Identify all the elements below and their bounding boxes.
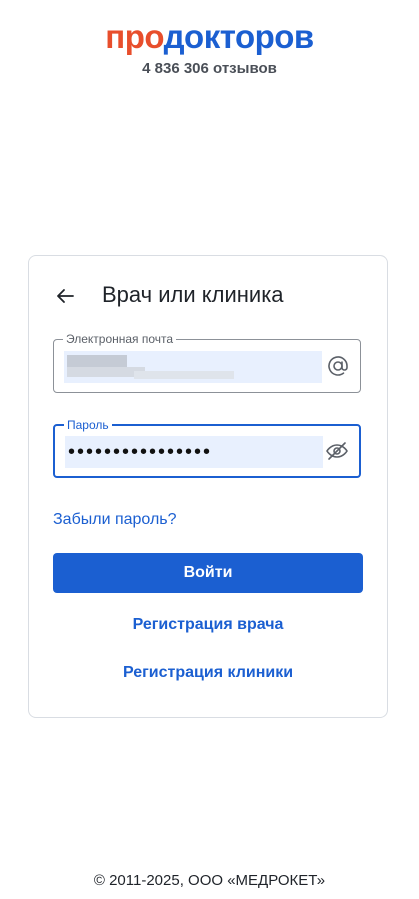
logo[interactable]: продокторов [0, 18, 419, 56]
forgot-password-link[interactable]: Забыли пароль? [53, 511, 177, 529]
redacted-block [134, 371, 234, 379]
reviews-count: 4 836 306 отзывов [142, 60, 277, 77]
logo-part-pro: про [105, 18, 164, 55]
back-arrow-icon[interactable] [55, 286, 75, 306]
redacted-block [67, 355, 127, 367]
register-doctor-link[interactable]: Регистрация врача [29, 616, 387, 634]
password-field[interactable]: Пароль •••••••••••••••• [53, 418, 361, 478]
login-card: Врач или клиника Электронная почта Парол… [28, 255, 388, 718]
email-field[interactable]: Электронная почта [53, 332, 361, 393]
login-button[interactable]: Войти [53, 553, 363, 593]
email-label: Электронная почта [63, 332, 177, 346]
email-input[interactable] [64, 351, 322, 383]
password-input[interactable]: •••••••••••••••• [65, 436, 323, 468]
eye-off-icon[interactable] [325, 439, 349, 463]
register-clinic-link[interactable]: Регистрация клиники [29, 664, 387, 682]
logo-part-doctors: докторов [163, 18, 315, 55]
at-sign-icon [326, 354, 350, 378]
card-title: Врач или клиника [102, 282, 284, 307]
password-label: Пароль [64, 418, 112, 432]
footer-copyright: © 2011-2025, ООО «МЕДРОКЕТ» [93, 872, 326, 889]
